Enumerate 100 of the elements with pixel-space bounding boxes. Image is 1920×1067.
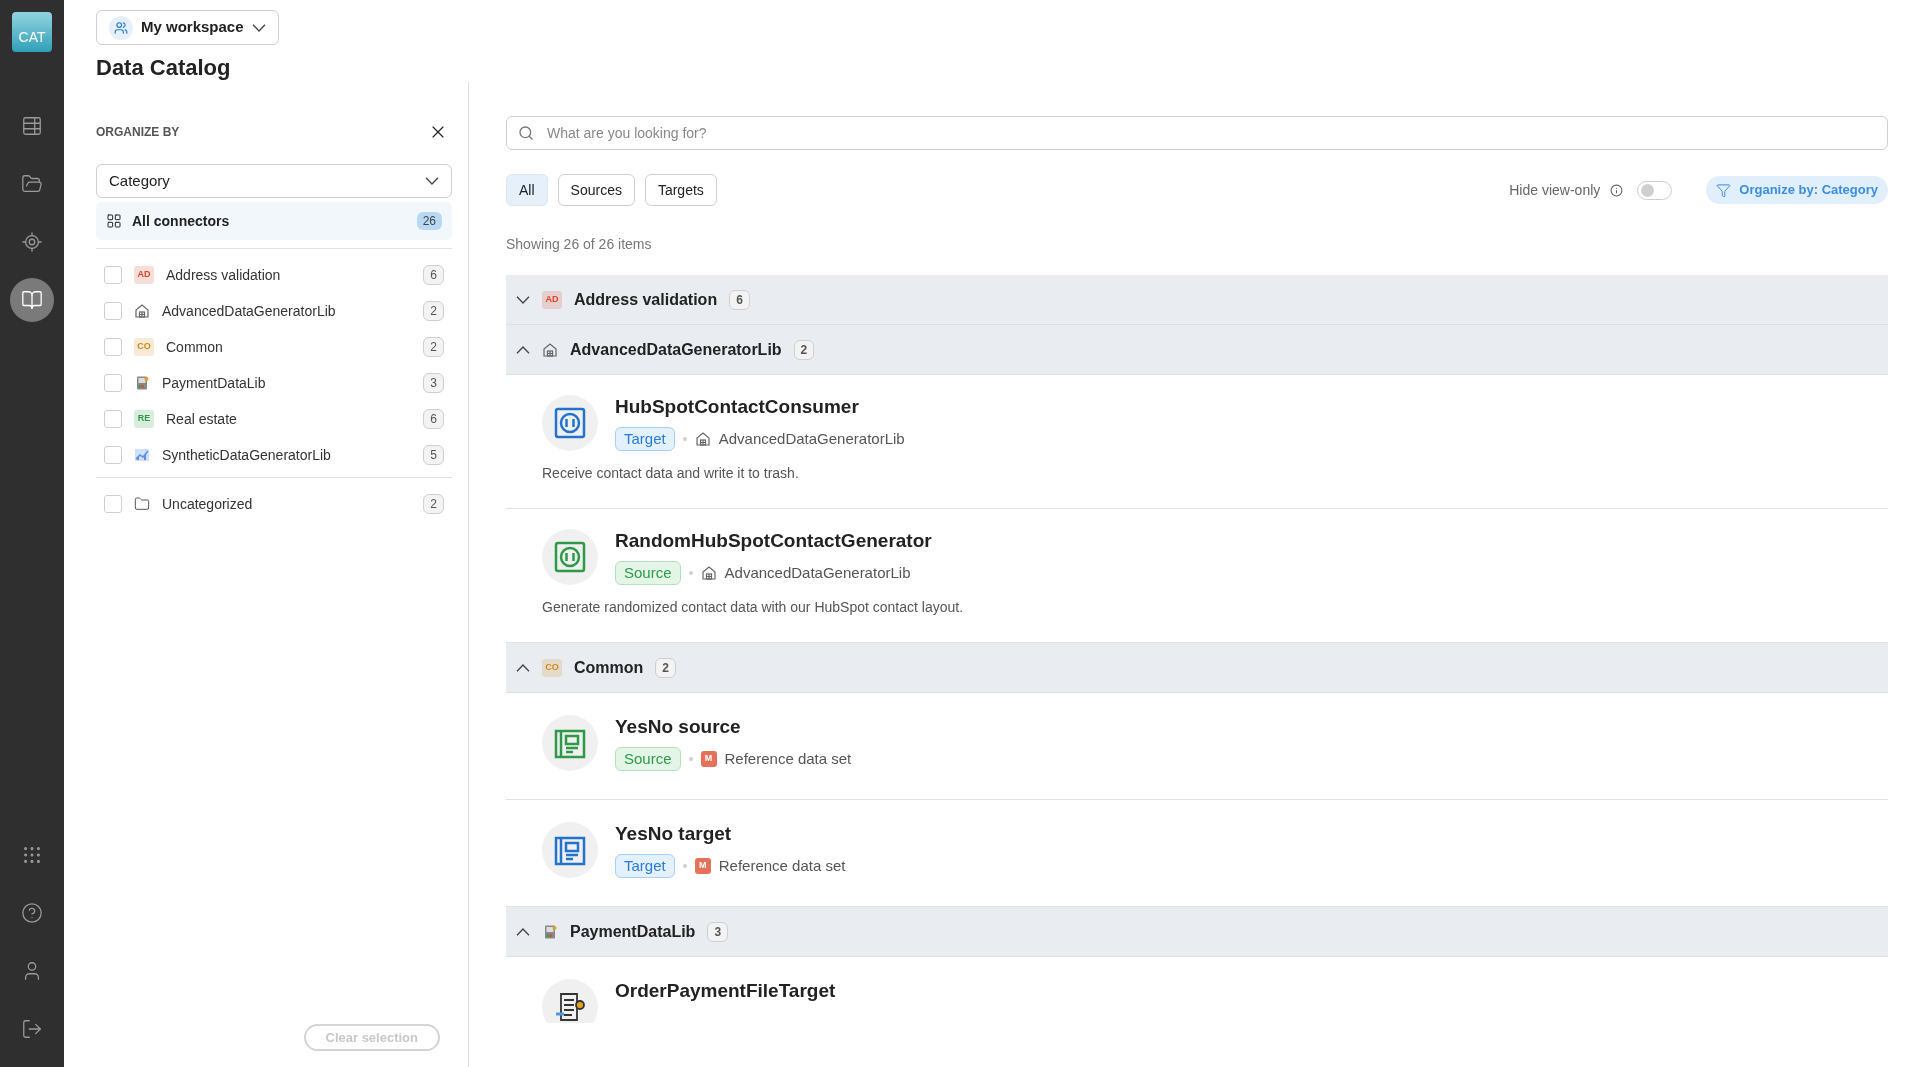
category-badge: CO: [542, 658, 562, 677]
origin-label: Reference data set: [718, 855, 846, 876]
invoice-icon: [553, 990, 587, 1023]
folder-icon: [134, 496, 150, 512]
group-header[interactable]: AdvancedDataGeneratorLib 2: [506, 325, 1888, 375]
count-badge: 6: [423, 409, 444, 429]
connector-card[interactable]: YesNo source Source M Reference data set: [506, 693, 1888, 800]
count-badge: 2: [423, 494, 444, 514]
chart-icon: [134, 447, 150, 463]
users-icon: [114, 20, 128, 35]
count-badge: 5: [423, 445, 444, 465]
category-label: AdvancedDataGeneratorLib: [162, 301, 337, 321]
connector-title: HubSpotContactConsumer: [615, 395, 860, 419]
organize-select[interactable]: Category: [96, 164, 452, 198]
expand-icon: [516, 295, 530, 304]
checkbox[interactable]: [104, 302, 122, 320]
category-label: Real estate: [166, 409, 238, 429]
group-header[interactable]: CO Common 2: [506, 643, 1888, 693]
group-title: AdvancedDataGeneratorLib: [570, 339, 782, 360]
table-icon: [21, 115, 43, 137]
checkbox[interactable]: [104, 446, 122, 464]
logout-icon: [21, 1018, 43, 1040]
count-badge: 6: [729, 289, 750, 310]
count-badge: 2: [423, 337, 444, 357]
connector-title: YesNo source: [615, 715, 742, 739]
connector-title: RandomHubSpotContactGenerator: [615, 529, 932, 553]
connector-card[interactable]: HubSpotContactConsumer Target AdvancedDataGeneratorLib Receive contact data and write it to trash.: [506, 375, 1888, 509]
collapse-icon: [516, 663, 530, 672]
connector-card[interactable]: OrderPaymentFileTarget: [506, 957, 1888, 1023]
house-icon: [542, 341, 558, 358]
role-tag: Target: [615, 854, 675, 878]
caret-icon: [425, 177, 439, 185]
connector-title: YesNo target: [615, 822, 733, 846]
count-badge: 3: [423, 373, 444, 393]
origin-label: AdvancedDataGeneratorLib: [724, 562, 911, 583]
connector-title: OrderPaymentFileTarget: [615, 979, 836, 1003]
category-label: SyntheticDataGeneratorLib: [162, 445, 332, 465]
connector-description: Generate randomized contact data with our HubSpot contact layout.: [542, 598, 965, 617]
collapse-icon: [516, 345, 530, 354]
category-badge: AD: [134, 266, 154, 284]
grid-icon: [21, 844, 43, 866]
house-icon: [134, 303, 150, 319]
group-header[interactable]: PaymentDataLib 3: [506, 907, 1888, 957]
workspace-switcher[interactable]: My workspace: [96, 10, 279, 45]
filter-tab[interactable]: All: [506, 174, 548, 206]
payment-icon: [134, 375, 150, 391]
count-badge: 6: [423, 265, 444, 285]
house-icon: [694, 431, 711, 447]
count-badge: 2: [655, 657, 676, 678]
item-label: All connectors: [132, 211, 231, 231]
checkbox[interactable]: [104, 338, 122, 356]
group-title: PaymentDataLib: [570, 921, 696, 942]
origin-label: AdvancedDataGeneratorLib: [718, 428, 905, 449]
role-tag: Source: [615, 747, 681, 771]
caret-icon: [251, 23, 266, 32]
filter-tab[interactable]: Sources: [557, 174, 635, 206]
connector-description: Receive contact data and write it to trash.: [542, 464, 800, 483]
group-title: Address validation: [574, 289, 718, 310]
category-label: Common: [166, 337, 224, 357]
page-title: Data Catalog: [96, 54, 232, 82]
book-icon: [21, 289, 43, 311]
crosshair-icon: [21, 231, 43, 253]
hide-view-only-toggle[interactable]: [1637, 180, 1673, 200]
role-tag: Source: [615, 561, 681, 585]
category-label: Uncategorized: [162, 494, 254, 514]
checkbox[interactable]: [104, 266, 122, 284]
role-tag: Target: [615, 427, 675, 451]
result-count: Showing 26 of 26 items: [506, 235, 653, 254]
category-badge: RE: [134, 410, 154, 428]
nav-button[interactable]: [10, 278, 54, 322]
checkbox[interactable]: [104, 410, 122, 428]
folder-icon: [21, 173, 43, 195]
filter-icon: [1716, 182, 1732, 198]
grid-icon: [106, 213, 122, 229]
count-badge: 2: [423, 301, 444, 321]
collapse-icon: [516, 927, 530, 936]
letter-icon: M: [700, 751, 717, 767]
filter-tab[interactable]: Targets: [644, 174, 717, 206]
checkbox[interactable]: [104, 495, 122, 513]
search-field[interactable]: What are you looking for?: [506, 116, 1888, 150]
house-icon: [700, 565, 717, 581]
panel-heading: ORGANIZE BY: [96, 124, 180, 141]
category-label: PaymentDataLib: [162, 373, 267, 393]
payment-icon: [542, 923, 558, 940]
plug-icon: [553, 406, 587, 440]
group-title: Common: [574, 657, 644, 678]
origin-label: Reference data set: [724, 748, 852, 769]
count-badge: 26: [416, 212, 442, 230]
plug-icon: [553, 540, 587, 574]
count-badge: 3: [707, 921, 729, 942]
search-icon: [518, 125, 534, 141]
toggle-label: Hide view-only: [1509, 180, 1601, 200]
info-icon: [1610, 183, 1624, 197]
letter-icon: M: [694, 858, 711, 874]
category-label: Address validation: [166, 265, 282, 285]
checkbox[interactable]: [104, 374, 122, 392]
all-connectors-item[interactable]: All connectors 26: [96, 202, 452, 240]
help-icon: [21, 902, 43, 924]
group-header[interactable]: AD Address validation 6: [506, 275, 1888, 325]
count-badge: 2: [793, 339, 815, 360]
